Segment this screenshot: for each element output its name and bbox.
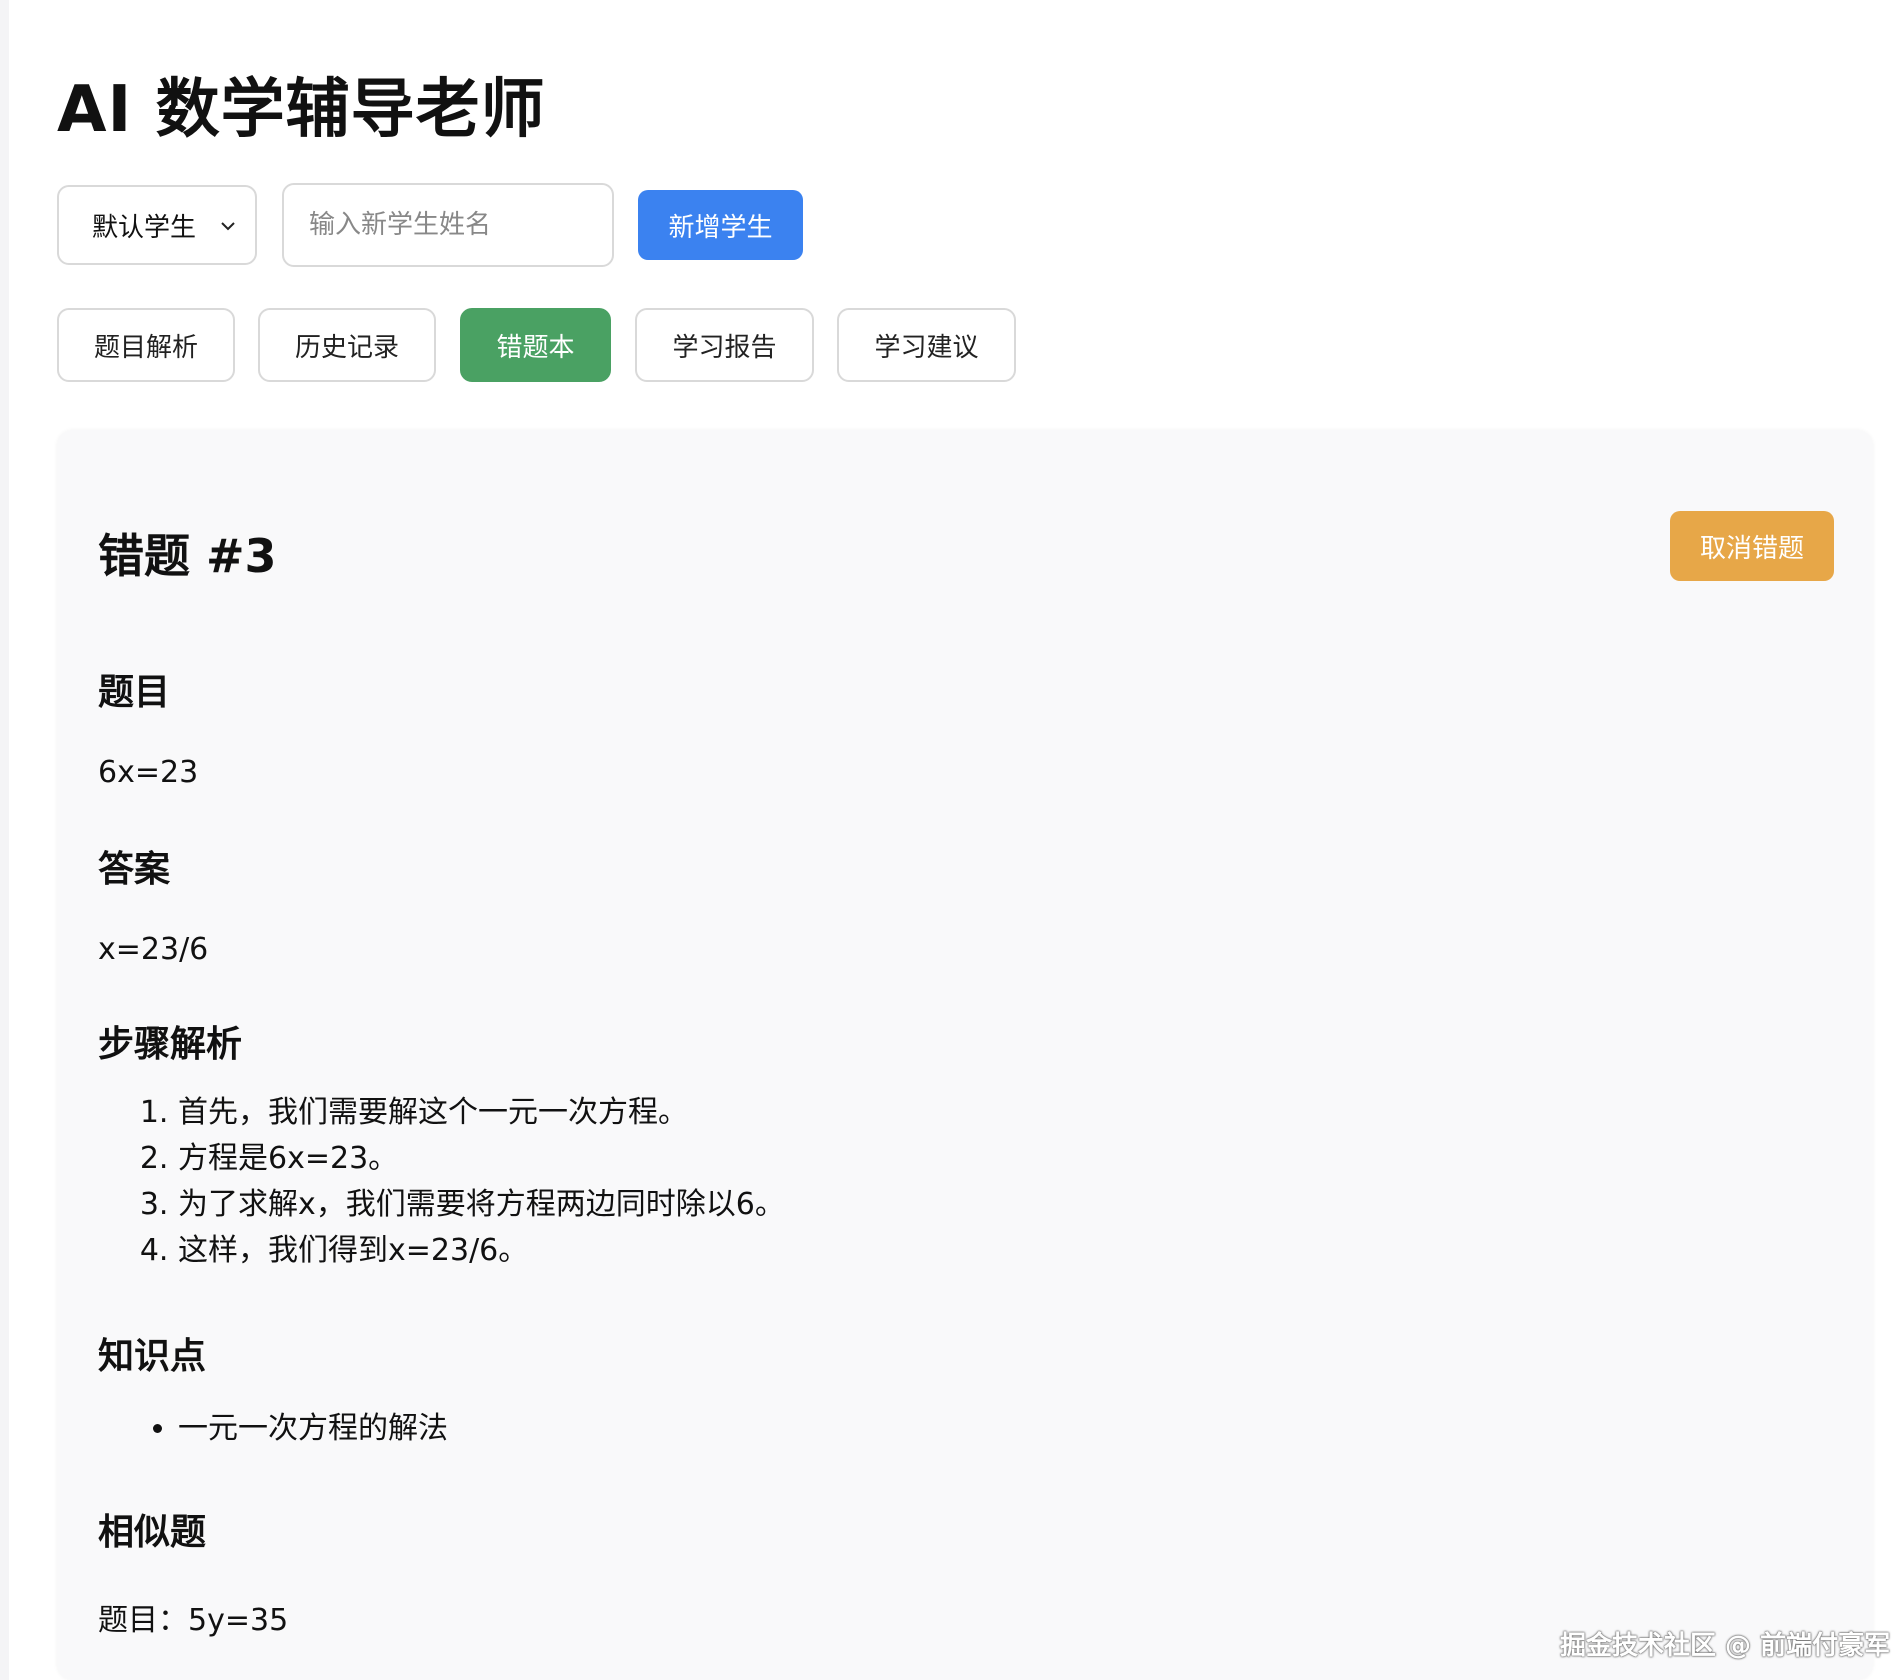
similar-question-text: 题目：5y=35 <box>98 1603 289 1638</box>
tab-study-advice[interactable]: 学习建议 <box>837 308 1016 382</box>
question-text: 6x=23 <box>98 755 199 790</box>
similar-heading: 相似题 <box>98 1512 207 1553</box>
student-select-value: 默认学生 <box>92 212 197 243</box>
answer-text: x=23/6 <box>98 932 209 967</box>
mistake-title: 错题 #3 <box>98 529 277 583</box>
watermark: 掘金技术社区 @ 前端付豪军 <box>1560 1631 1891 1661</box>
steps-heading: 步骤解析 <box>98 1024 243 1065</box>
add-student-button[interactable]: 新增学生 <box>638 190 803 260</box>
student-select[interactable]: 默认学生 <box>57 185 257 265</box>
step-item: 方程是6x=23。 <box>178 1136 998 1182</box>
steps-list: 首先，我们需要解这个一元一次方程。 方程是6x=23。 为了求解x，我们需要将方… <box>98 1090 998 1274</box>
tab-problem-analysis[interactable]: 题目解析 <box>57 308 235 382</box>
step-item: 这样，我们得到x=23/6。 <box>178 1228 998 1274</box>
tab-study-report[interactable]: 学习报告 <box>635 308 814 382</box>
knowledge-heading: 知识点 <box>98 1336 207 1377</box>
question-heading: 题目 <box>98 672 171 713</box>
page-title: AI 数学辅导老师 <box>57 73 546 147</box>
answer-heading: 答案 <box>98 849 171 890</box>
tab-history[interactable]: 历史记录 <box>258 308 436 382</box>
new-student-name-input[interactable] <box>282 183 614 267</box>
chevron-down-icon <box>221 222 235 231</box>
step-item: 为了求解x，我们需要将方程两边同时除以6。 <box>178 1182 998 1228</box>
window-edge <box>0 0 9 1680</box>
tab-mistake-book[interactable]: 错题本 <box>460 308 611 382</box>
cancel-mistake-button[interactable]: 取消错题 <box>1670 511 1834 581</box>
knowledge-list: 一元一次方程的解法 <box>98 1406 448 1452</box>
mistake-card: 错题 #3 取消错题 题目 6x=23 答案 x=23/6 步骤解析 首先，我们… <box>57 430 1873 1680</box>
knowledge-item: 一元一次方程的解法 <box>178 1406 448 1452</box>
step-item: 首先，我们需要解这个一元一次方程。 <box>178 1090 998 1136</box>
